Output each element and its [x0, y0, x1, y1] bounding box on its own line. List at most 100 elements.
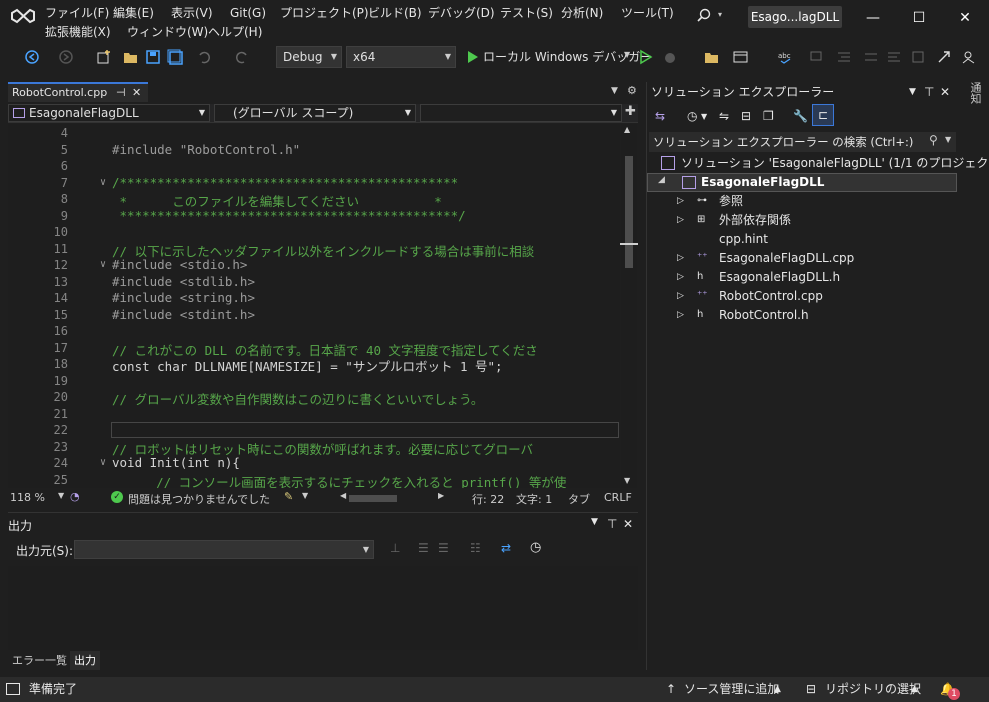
search-icon[interactable] — [696, 8, 712, 24]
menu-analyze[interactable]: 分析(N) — [561, 4, 603, 22]
new-project-icon[interactable] — [95, 49, 113, 65]
close-button[interactable]: ✕ — [942, 6, 988, 30]
indent-indicator[interactable]: タブ — [568, 491, 590, 507]
menu-window[interactable]: ウィンドウ(W) — [127, 23, 208, 41]
tab-error-list[interactable]: エラー一覧 — [8, 651, 71, 670]
expand-arrow-icon[interactable]: ◢ — [658, 175, 665, 185]
open-file-icon[interactable] — [122, 49, 140, 65]
collapse-all-icon[interactable]: ⊟ — [741, 107, 751, 125]
undo-icon[interactable] — [196, 49, 214, 65]
folder-view-icon[interactable] — [703, 49, 721, 65]
hot-reload-icon[interactable] — [662, 49, 680, 65]
timestamp-icon[interactable]: ◷ — [530, 540, 541, 555]
next-message-icon[interactable]: ☰ — [438, 541, 449, 555]
scroll-left-icon[interactable]: ◀ — [340, 491, 346, 500]
tree-item-robotcontrol-cpp[interactable]: RobotControl.cpp — [719, 287, 823, 305]
char-indicator[interactable]: 文字: 1 — [516, 491, 552, 507]
outdent-icon[interactable] — [885, 49, 903, 65]
tree-item-esagonaleflagdll-h[interactable]: EsagonaleFlagDLL.h — [719, 268, 840, 286]
sync-icon[interactable]: ⇋ — [719, 107, 729, 125]
tab-robotcontrol-cpp[interactable]: RobotControl.cpp ⊣ ✕ — [8, 82, 148, 102]
word-wrap-icon[interactable]: ⇄ — [501, 541, 511, 555]
menu-view[interactable]: 表示(V) — [171, 4, 213, 22]
back-icon[interactable] — [24, 49, 42, 65]
tree-item-cpp-hint[interactable]: cpp.hint — [719, 230, 768, 248]
menu-test[interactable]: テスト(S) — [500, 4, 553, 22]
fold-collapse-icon[interactable]: ∨ — [100, 177, 106, 188]
notifications-side-tab[interactable]: 通知 — [963, 82, 983, 122]
indent-icon[interactable] — [835, 49, 853, 65]
tree-item-esagonaleflagdll-cpp[interactable]: EsagonaleFlagDLL.cpp — [719, 249, 854, 267]
chevron-down-icon[interactable]: ▼ — [945, 135, 951, 144]
clear-all-icon[interactable]: ☷ — [470, 541, 481, 555]
solution-search-box[interactable]: ソリューション エクスプローラー の検索 (Ctrl+:) ⚲ ▼ — [649, 132, 956, 152]
pin-pane-icon[interactable]: ⊤ — [607, 517, 617, 531]
properties-icon[interactable]: 🔧 — [793, 107, 808, 125]
share-icon[interactable] — [936, 49, 954, 65]
expand-arrow-icon[interactable]: ▷ — [677, 192, 684, 210]
uncomment-icon[interactable] — [862, 49, 880, 65]
forward-icon[interactable] — [58, 49, 76, 65]
pane-options-icon[interactable]: ▼ — [909, 83, 916, 101]
close-pane-icon[interactable]: ✕ — [940, 83, 950, 101]
menu-tools[interactable]: ツール(T) — [621, 4, 674, 22]
show-all-files-icon[interactable]: ❐ — [763, 107, 774, 125]
minimize-button[interactable]: — — [850, 6, 896, 30]
scope-nav-select[interactable]: (グローバル スコープ) ▼ — [214, 104, 416, 122]
preview-selected-icon[interactable]: ⊏ — [812, 104, 834, 126]
chevron-down-icon[interactable]: ▼ — [302, 491, 308, 500]
line-indicator[interactable]: 行: 22 — [472, 491, 504, 507]
code-cleanup-icon[interactable]: ✎ — [284, 490, 293, 503]
save-icon[interactable] — [145, 49, 163, 65]
platform-select[interactable]: x64 ▼ — [346, 46, 456, 68]
tree-item-references[interactable]: 参照 — [719, 192, 743, 210]
search-dropdown-icon[interactable]: ▾ — [718, 10, 722, 19]
code-editor[interactable]: 4 5 6 7 8 9 10 11 12 13 14 15 16 17 18 1… — [8, 124, 620, 488]
comment-icon[interactable] — [808, 49, 826, 65]
configuration-select[interactable]: Debug ▼ — [276, 46, 342, 68]
eol-indicator[interactable]: CRLF — [604, 491, 632, 504]
project-nav-select[interactable]: EsagonaleFlagDLL ▼ — [8, 104, 210, 122]
feedback-icon[interactable] — [960, 49, 978, 65]
scroll-down-icon[interactable]: ▼ — [624, 476, 630, 485]
copilot-icon[interactable]: ◔ — [70, 490, 80, 503]
expand-arrow-icon[interactable]: ▷ — [677, 211, 684, 229]
scroll-right-icon[interactable]: ▶ — [438, 491, 444, 500]
chevron-up-icon[interactable]: ▲ — [774, 677, 781, 702]
scroll-up-icon[interactable]: ▲ — [624, 125, 630, 134]
horizontal-scrollbar-thumb[interactable] — [349, 495, 397, 502]
expand-arrow-icon[interactable]: ▷ — [677, 287, 684, 305]
toolbar-options-icon[interactable] — [910, 49, 928, 65]
scrollbar-thumb[interactable] — [625, 156, 633, 268]
spell-check-icon[interactable]: abc — [777, 49, 795, 65]
close-tab-icon[interactable]: ✕ — [132, 84, 141, 101]
chevron-down-icon[interactable]: ▼ — [701, 108, 707, 126]
tab-output[interactable]: 出力 — [70, 651, 100, 670]
maximize-button[interactable]: ☐ — [896, 6, 942, 30]
output-source-select[interactable]: ▼ — [74, 540, 374, 559]
expand-arrow-icon[interactable]: ▷ — [677, 268, 684, 286]
solution-node[interactable]: ソリューション 'EsagonaleFlagDLL' (1/1 のプロジェクト) — [681, 154, 989, 172]
pin-pane-icon[interactable]: ⊤ — [924, 83, 934, 101]
history-icon[interactable]: ◷ — [687, 107, 697, 125]
issues-status[interactable]: 問題は見つかりませんでした — [128, 491, 270, 507]
go-to-line-icon[interactable]: ⊥ — [390, 541, 400, 555]
start-debug-icon[interactable] — [464, 49, 482, 65]
output-text-area[interactable] — [8, 566, 638, 650]
fold-collapse-icon[interactable]: ∨ — [100, 259, 106, 270]
split-editor-icon[interactable]: ✚ — [625, 104, 636, 119]
expand-arrow-icon[interactable]: ▷ — [677, 306, 684, 324]
layout-icon[interactable] — [732, 49, 750, 65]
pin-tab-icon[interactable]: ⊣ — [116, 84, 126, 101]
previous-message-icon[interactable]: ☰ — [418, 541, 429, 555]
menu-extensions[interactable]: 拡張機能(X) — [45, 23, 111, 41]
menu-edit[interactable]: 編集(E) — [113, 4, 154, 22]
menu-debug[interactable]: デバッグ(D) — [428, 4, 495, 22]
project-node-row[interactable]: ◢ EsagonaleFlagDLL — [647, 173, 957, 192]
close-pane-icon[interactable]: ✕ — [623, 517, 633, 531]
zoom-level[interactable]: 118 % — [10, 491, 45, 504]
tree-item-external-dependencies[interactable]: 外部依存関係 — [719, 211, 791, 229]
editor-settings-icon[interactable]: ⚙ — [627, 84, 637, 97]
redo-icon[interactable] — [232, 49, 250, 65]
pane-options-icon[interactable]: ▼ — [591, 517, 598, 527]
